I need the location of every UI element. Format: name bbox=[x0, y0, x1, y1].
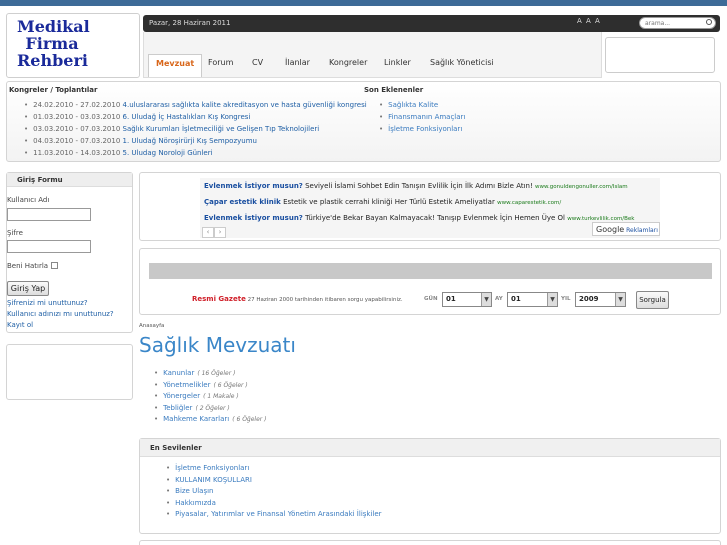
forgot-password-link[interactable]: Şifrenizi mi unuttunuz? bbox=[7, 299, 88, 307]
list-item[interactable]: • Sağlıkta Kalite bbox=[379, 99, 465, 111]
resmi-gazete-panel: Resmi Gazete 27 Haziran 2000 tarihinden … bbox=[139, 248, 721, 315]
main-nav: Mevzuat Forum CV İlanlar Kongreler Linkl… bbox=[143, 32, 602, 78]
top-strip bbox=[0, 0, 727, 6]
page-title: Sağlık Mevzuatı bbox=[139, 333, 296, 357]
chevron-down-icon: ▼ bbox=[481, 293, 491, 306]
en-sevilenler-title: En Sevilenler bbox=[140, 439, 720, 457]
remember-label: Beni Hatırla bbox=[7, 262, 49, 270]
login-title: Giriş Formu bbox=[7, 173, 132, 187]
list-item[interactable]: • Tebliğler( 2 Öğeler ) bbox=[154, 403, 267, 415]
gun-select[interactable]: 01 ▼ bbox=[442, 292, 492, 307]
gun-label: GÜN bbox=[424, 296, 438, 302]
list-item[interactable]: • Bize Ulaşın bbox=[166, 486, 382, 498]
list-item[interactable]: • Yönergeler( 1 Makale ) bbox=[154, 391, 267, 403]
yil-select[interactable]: 2009 ▼ bbox=[575, 292, 626, 307]
kongreler-list: • 24.02.2010 - 27.02.2010 4.uluslararası … bbox=[24, 99, 367, 159]
nav-item-mevzuat[interactable]: Mevzuat bbox=[148, 54, 203, 77]
search-input[interactable] bbox=[639, 17, 716, 29]
en-sevilenler-list: • İşletme Fonksiyonları • KULLANIM KOŞULLA… bbox=[166, 463, 382, 521]
register-link[interactable]: Kayıt ol bbox=[7, 321, 33, 329]
logo-line-2: Firma bbox=[25, 34, 79, 53]
sidebar-box bbox=[6, 344, 133, 400]
header-ad-box bbox=[605, 37, 715, 73]
list-item[interactable]: • Mahkeme Kararları( 6 Öğeler ) bbox=[154, 414, 267, 426]
reklam-label: Reklamları bbox=[626, 227, 658, 234]
ay-label: AY bbox=[495, 296, 503, 302]
en-sevilenler-panel: En Sevilenler • İşletme Fonksiyonları • KU… bbox=[139, 438, 721, 534]
login-form: Giriş Formu Kullanıcı Adı Şifre Beni Hat… bbox=[6, 172, 133, 333]
info-panel: Kongreler / Toplantılar • 24.02.2010 - 27… bbox=[6, 81, 721, 162]
list-item[interactable]: • 11.03.2010 - 14.03.2010 5. Uludag Norol… bbox=[24, 147, 367, 159]
list-item[interactable]: • İşletme Fonksiyonları bbox=[379, 123, 465, 135]
chevron-down-icon: ▼ bbox=[615, 293, 625, 306]
ad-next-button[interactable]: › bbox=[214, 227, 226, 238]
list-item[interactable]: • Yönetmelikler( 6 Öğeler ) bbox=[154, 380, 267, 392]
ad-row[interactable]: Evlenmek İstiyor musun? Seviyeli İslami … bbox=[204, 182, 628, 190]
password-field[interactable] bbox=[7, 240, 91, 253]
breadcrumb[interactable]: Anasayfa bbox=[139, 323, 164, 329]
list-item[interactable]: • Hakkımızda bbox=[166, 498, 382, 510]
nav-item-saglik-yoneticisi[interactable]: Sağlık Yöneticisi bbox=[430, 58, 494, 67]
list-item[interactable]: • Finansmanın Amaçları bbox=[379, 111, 465, 123]
list-item[interactable]: • KULLANIM KOŞULLARI bbox=[166, 475, 382, 487]
list-item[interactable]: • 01.03.2010 - 03.03.2010 6. Uludağ İç Ha… bbox=[24, 111, 367, 123]
ad-row[interactable]: Çapar estetik klinik Estetik ve plastik … bbox=[204, 198, 561, 206]
chevron-down-icon: ▼ bbox=[547, 293, 557, 306]
logo-line-1: Medikal bbox=[17, 17, 90, 36]
ay-value: 01 bbox=[511, 295, 521, 303]
nav-item-cv[interactable]: CV bbox=[252, 58, 263, 67]
list-item[interactable]: • 24.02.2010 - 27.02.2010 4.uluslararası … bbox=[24, 99, 367, 111]
logo-line-3: Rehberi bbox=[17, 51, 88, 70]
list-item[interactable]: • Piyasalar, Yatırımlar ve Finansal Yönet… bbox=[166, 509, 382, 521]
kongreler-title: Kongreler / Toplantılar bbox=[9, 86, 98, 94]
ad-row[interactable]: Evlenmek İstiyor musun? Türkiye'de Bekar… bbox=[204, 214, 635, 222]
ad-prev-button[interactable]: ‹ bbox=[202, 227, 214, 238]
resmi-gazete-text: 27 Haziran 2000 tarihinden itibaren sorg… bbox=[247, 297, 403, 303]
gun-value: 01 bbox=[446, 295, 456, 303]
logo[interactable]: Medikal Firma Rehberi bbox=[6, 13, 140, 78]
resmi-gazete-brand: Resmi Gazete bbox=[192, 295, 246, 303]
nav-item-kongreler[interactable]: Kongreler bbox=[329, 58, 367, 67]
nav-item-forum[interactable]: Forum bbox=[208, 58, 233, 67]
current-date: Pazar, 28 Haziran 2011 bbox=[149, 19, 231, 27]
username-label: Kullanıcı Adı bbox=[7, 196, 50, 204]
list-item[interactable]: • İşletme Fonksiyonları bbox=[166, 463, 382, 475]
list-item[interactable]: • 04.03.2010 - 07.03.2010 1. Uludağ Nöroş… bbox=[24, 135, 367, 147]
ay-select[interactable]: 01 ▼ bbox=[507, 292, 558, 307]
yil-value: 2009 bbox=[579, 295, 599, 303]
sorgula-button[interactable]: Sorgula bbox=[636, 291, 669, 309]
list-item[interactable]: • 03.03.2010 - 07.03.2010 Sağlık Kurumlar… bbox=[24, 123, 367, 135]
nav-item-linkler[interactable]: Linkler bbox=[384, 58, 411, 67]
search-icon[interactable] bbox=[706, 19, 712, 25]
username-field[interactable] bbox=[7, 208, 91, 221]
gray-band bbox=[149, 263, 712, 279]
bottom-panel bbox=[139, 540, 721, 545]
ad-inner: Evlenmek İstiyor musun? Seviyeli İslami … bbox=[200, 178, 660, 238]
resmi-gazete-info: Resmi Gazete 27 Haziran 2000 tarihinden … bbox=[192, 295, 403, 303]
login-button[interactable]: Giriş Yap bbox=[7, 281, 49, 296]
nav-item-ilanlar[interactable]: İlanlar bbox=[285, 58, 310, 67]
yil-label: YIL bbox=[561, 296, 571, 302]
font-size-controls[interactable]: A A A bbox=[577, 17, 601, 25]
son-eklenenler-title: Son Eklenenler bbox=[364, 86, 424, 94]
header-bar: Pazar, 28 Haziran 2011 A A A bbox=[143, 15, 720, 32]
google-logo: Google bbox=[596, 225, 625, 234]
ads-block: Evlenmek İstiyor musun? Seviyeli İslami … bbox=[139, 172, 721, 241]
password-label: Şifre bbox=[7, 229, 23, 237]
son-eklenenler-list: • Sağlıkta Kalite • Finansmanın Amaçları •… bbox=[379, 99, 465, 135]
forgot-username-link[interactable]: Kullanıcı adınızı mı unuttunuz? bbox=[7, 310, 114, 318]
google-ads-badge[interactable]: Google Reklamları bbox=[592, 222, 660, 236]
remember-checkbox[interactable] bbox=[51, 262, 58, 269]
mevzuat-list: • Kanunlar( 16 Öğeler ) • Yönetmelikler( 6… bbox=[154, 368, 267, 426]
list-item[interactable]: • Kanunlar( 16 Öğeler ) bbox=[154, 368, 267, 380]
